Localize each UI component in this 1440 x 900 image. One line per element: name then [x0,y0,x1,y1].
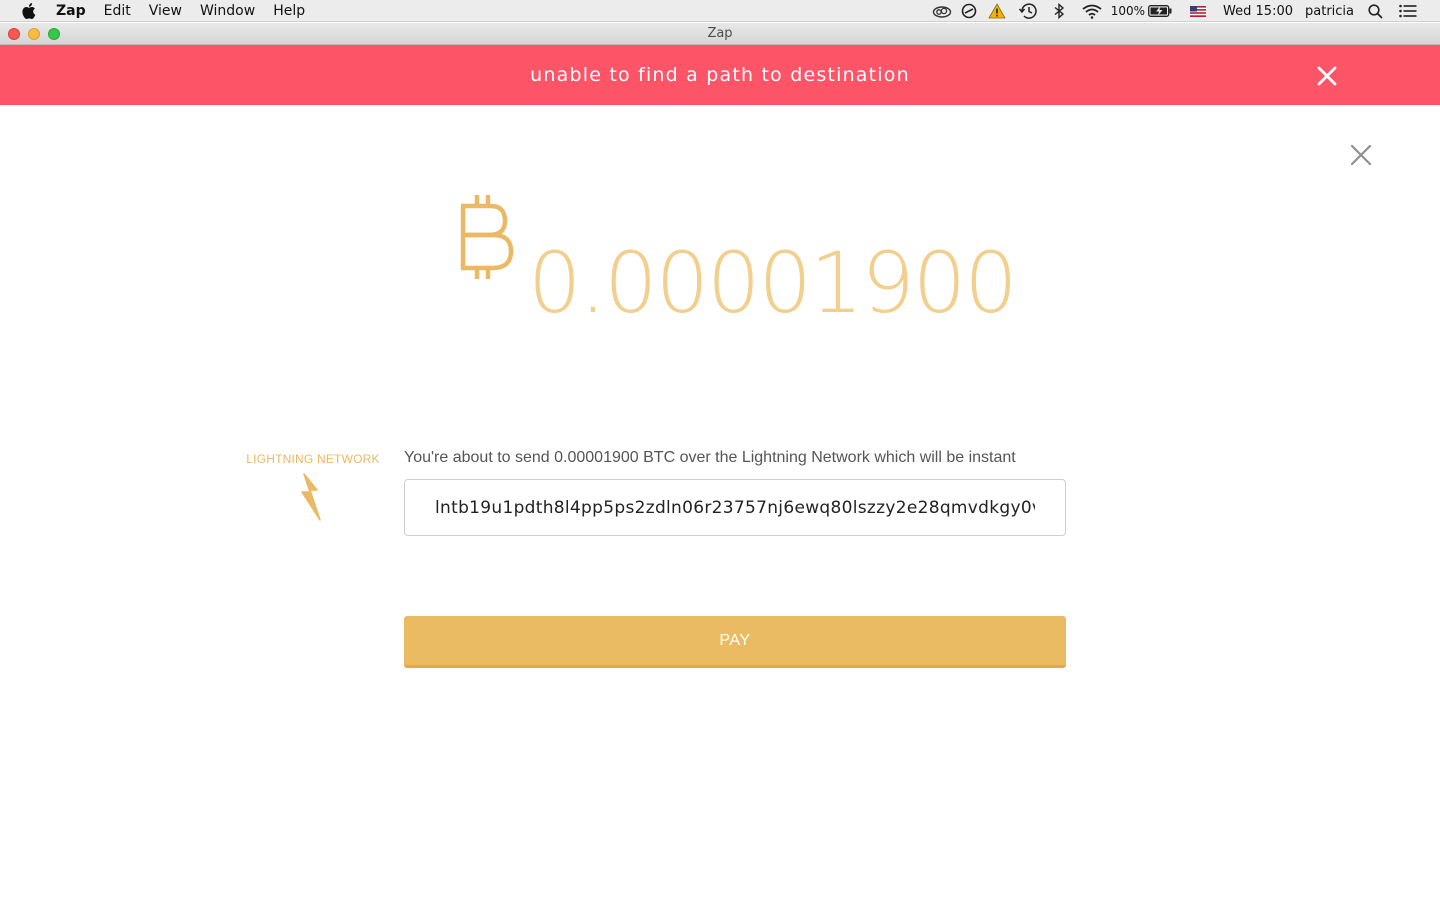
network-label: LIGHTNING NETWORK [246,452,380,466]
creative-cloud-icon[interactable] [931,3,953,19]
window-menu[interactable]: Window [200,3,255,19]
error-banner: unable to find a path to destination [0,45,1440,105]
edit-menu[interactable]: Edit [104,3,131,19]
clock[interactable]: Wed 15:00 [1223,4,1293,19]
pay-button[interactable]: PAY [404,616,1066,668]
help-menu[interactable]: Help [273,3,305,19]
spotlight-search-icon[interactable] [1366,3,1384,19]
warning-icon[interactable] [987,3,1007,19]
bitcoin-icon [455,193,517,281]
notification-center-icon[interactable] [1398,3,1418,19]
battery-percent: 100% [1110,4,1146,18]
view-menu[interactable]: View [149,3,182,19]
user-name[interactable]: patricia [1305,4,1354,19]
battery-charging-icon[interactable] [1147,3,1173,19]
window-title-bar: Zap [0,23,1440,45]
dismiss-error-button[interactable] [1312,61,1342,91]
status-area: 100% Wed 15:00 patricia [931,0,1440,22]
bluetooth-icon[interactable] [1051,3,1067,19]
lightning-bolt-icon [298,472,328,522]
close-icon [1350,144,1372,166]
app-menu[interactable]: Zap [56,3,86,19]
system-menu-bar: Zap Edit View Window Help 100% Wed 15:00 [0,0,1440,22]
payment-request-input[interactable] [404,479,1066,536]
payment-description: You're about to send 0.00001900 BTC over… [404,449,1016,466]
sync-icon[interactable] [959,3,979,19]
apple-menu-icon[interactable] [20,2,38,20]
wifi-icon[interactable] [1081,3,1103,19]
close-modal-button[interactable] [1347,141,1375,169]
time-machine-icon[interactable] [1017,3,1039,19]
close-icon [1317,66,1337,86]
us-flag-icon[interactable] [1189,3,1207,19]
window-title: Zap [707,26,733,41]
error-message: unable to find a path to destination [530,64,910,86]
payment-amount: 0.00001900 [528,234,1018,332]
